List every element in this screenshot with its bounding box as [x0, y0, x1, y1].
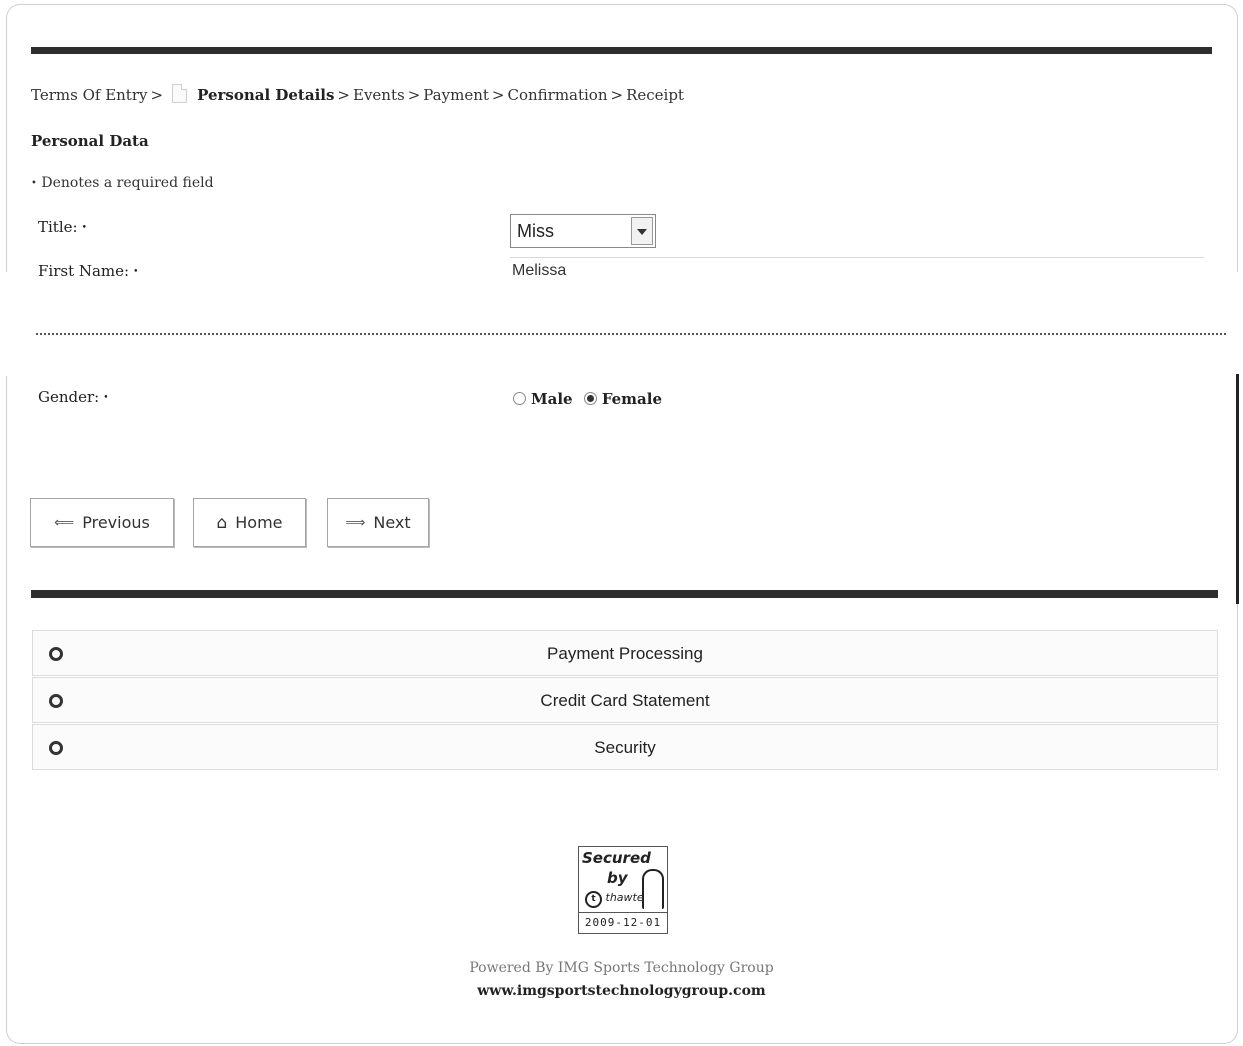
gender-label-text: Gender: — [38, 388, 100, 406]
cut-separator — [36, 333, 1226, 335]
seal-brand-text: thawte — [605, 891, 644, 904]
gender-radio-group: Male Female — [513, 390, 668, 408]
breadcrumb-separator: > — [150, 86, 164, 104]
seal-date: 2009-12-01 — [579, 912, 667, 933]
seal-brand: t thawte — [585, 891, 644, 908]
footer-rule — [31, 590, 1218, 598]
gender-male-radio[interactable] — [513, 392, 526, 405]
previous-button[interactable]: ⟸ Previous — [30, 498, 174, 547]
gender-male-label[interactable]: Male — [531, 390, 573, 408]
arrow-left-icon: ⟸ — [54, 514, 75, 531]
required-marker: • — [133, 267, 139, 276]
breadcrumb-separator: > — [610, 86, 624, 104]
required-marker: • — [103, 393, 109, 403]
accordion-security[interactable]: Security — [32, 724, 1218, 770]
previous-button-label: Previous — [82, 513, 150, 532]
breadcrumb-events: Events — [353, 86, 405, 104]
accordion-title[interactable]: Security — [33, 738, 1217, 758]
title-select[interactable]: Miss — [510, 214, 656, 248]
gender-label: Gender: • — [38, 388, 109, 406]
required-marker: • — [81, 223, 87, 233]
section-title: Personal Data — [31, 132, 149, 150]
required-note: • Denotes a required field — [31, 175, 214, 191]
field-divider — [510, 257, 1204, 258]
home-icon: ⌂ — [216, 512, 228, 533]
breadcrumb-separator: > — [407, 86, 421, 104]
breadcrumb-personal-details: Personal Details — [197, 86, 335, 104]
chevron-down-icon[interactable] — [631, 217, 653, 245]
header-rule — [31, 47, 1212, 54]
site-url-link[interactable]: www.imgsportstechnologygroup.com — [0, 983, 1243, 999]
breadcrumb-payment: Payment — [423, 86, 489, 104]
required-marker: • — [31, 178, 37, 189]
next-button-label: Next — [373, 513, 411, 532]
first-name-field[interactable]: Melissa — [512, 262, 566, 276]
accordion-credit-card-statement[interactable]: Credit Card Statement — [32, 677, 1218, 723]
accordion-title[interactable]: Credit Card Statement — [33, 691, 1217, 711]
next-button[interactable]: ⟹ Next — [327, 498, 429, 547]
document-icon — [172, 84, 188, 103]
gender-female-radio[interactable] — [583, 392, 597, 405]
gender-female-label[interactable]: Female — [602, 390, 662, 408]
breadcrumb-separator: > — [337, 86, 350, 104]
seal-line-by: by — [607, 869, 628, 887]
title-label-text: Title: — [38, 218, 78, 236]
home-button-label: Home — [235, 513, 283, 532]
first-name-row-clipped: First Name: • Melissa — [0, 262, 1243, 276]
home-button[interactable]: ⌂ Home — [193, 498, 306, 547]
thawte-logo-icon: t — [585, 891, 602, 908]
required-note-text: Denotes a required field — [41, 175, 214, 191]
accordion-payment-processing[interactable]: Payment Processing — [32, 630, 1218, 676]
lock-icon — [642, 869, 664, 909]
arrow-right-icon: ⟹ — [345, 514, 366, 531]
breadcrumb-confirmation: Confirmation — [507, 86, 608, 104]
title-select-value: Miss — [517, 221, 554, 241]
breadcrumb: Terms Of Entry > Personal Details > Events > P… — [31, 84, 684, 104]
breadcrumb-separator: > — [491, 86, 505, 104]
thawte-security-seal[interactable]: Secured by t thawte 2009-12-01 — [578, 846, 668, 934]
breadcrumb-terms-of-entry[interactable]: Terms Of Entry — [31, 86, 147, 104]
breadcrumb-receipt: Receipt — [626, 86, 684, 104]
first-name-label: First Name: • — [38, 262, 138, 276]
accordion-title[interactable]: Payment Processing — [33, 644, 1217, 664]
powered-by-text: Powered By IMG Sports Technology Group — [469, 960, 774, 976]
seal-line-secured: Secured — [582, 849, 651, 867]
first-name-label-text: First Name: — [38, 262, 130, 276]
title-label: Title: • — [38, 218, 87, 236]
